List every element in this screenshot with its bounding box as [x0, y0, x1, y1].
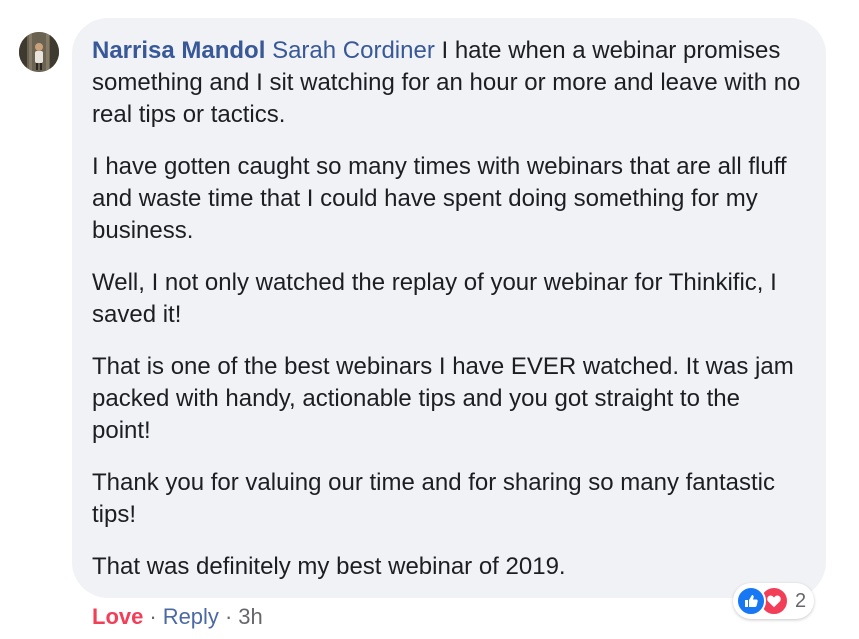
- separator-dot: ·: [149, 604, 157, 629]
- timestamp[interactable]: 3h: [238, 604, 262, 629]
- mention-tag[interactable]: Sarah Cordiner: [272, 37, 435, 64]
- comment-paragraph: That was definitely my best webinar of 2…: [92, 553, 566, 580]
- author-name[interactable]: Narrisa Mandol: [92, 37, 265, 64]
- comment-paragraph: Narrisa Mandol Sarah Cordiner I hate whe…: [92, 35, 804, 131]
- comment-paragraph: Thank you for valuing our time and for s…: [92, 469, 776, 528]
- reply-button[interactable]: Reply: [163, 604, 219, 629]
- avatar[interactable]: [19, 32, 59, 72]
- comment: Narrisa Mandol Sarah Cordiner I hate whe…: [0, 0, 859, 639]
- reactions-summary[interactable]: 2: [733, 583, 815, 619]
- comment-actions: Love · Reply · 3h: [92, 603, 263, 631]
- avatar-photo: [19, 32, 59, 72]
- comment-paragraph: I have gotten caught so many times with …: [92, 153, 787, 244]
- comment-paragraph: Well, I not only watched the replay of y…: [92, 269, 777, 328]
- comment-bubble: Narrisa Mandol Sarah Cordiner I hate whe…: [72, 18, 826, 598]
- separator-dot: ·: [224, 604, 233, 629]
- like-icon: [736, 586, 766, 616]
- love-button[interactable]: Love: [92, 604, 143, 629]
- comment-paragraph: That is one of the best webinars I have …: [92, 353, 794, 444]
- reaction-count: 2: [795, 589, 807, 612]
